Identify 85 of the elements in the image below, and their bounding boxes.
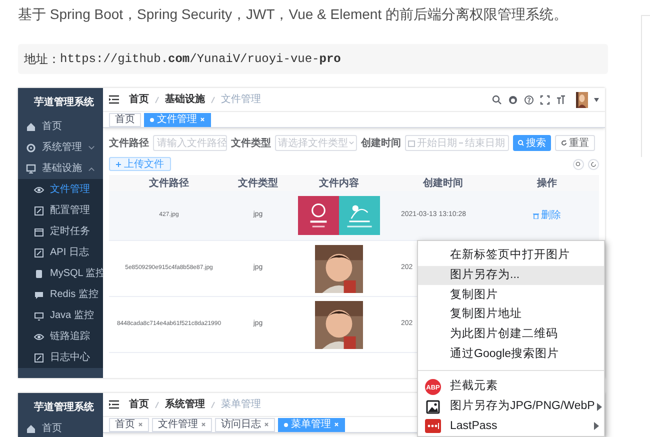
close-icon[interactable] bbox=[138, 422, 143, 427]
column-header: 文件内容 bbox=[319, 176, 359, 190]
tag[interactable]: 文件管理 bbox=[152, 418, 212, 432]
trash-icon bbox=[533, 212, 539, 218]
edit-icon bbox=[34, 206, 44, 216]
menu-item[interactable]: 图片另存为... bbox=[418, 266, 604, 286]
field-label: 创建时间 bbox=[361, 136, 401, 150]
menu-icon[interactable] bbox=[109, 400, 119, 409]
menu-item[interactable]: LastPass bbox=[418, 416, 604, 436]
menu-item[interactable]: 复制图片地址 bbox=[418, 305, 604, 325]
dots-icon bbox=[425, 419, 441, 434]
home-icon bbox=[26, 122, 36, 132]
intro-text: 基于 Spring Boot，Spring Security，JWT，Vue & Element 的前后端分离权限管理系统。 bbox=[18, 5, 568, 24]
field-label: 文件类型 bbox=[231, 136, 271, 150]
eye-icon bbox=[34, 332, 44, 342]
font-size-icon[interactable] bbox=[556, 94, 566, 104]
chevron-down-icon bbox=[88, 144, 95, 150]
edit-icon bbox=[34, 352, 44, 362]
search-icon bbox=[518, 140, 524, 146]
breadcrumb-item[interactable]: 首页 bbox=[129, 92, 149, 107]
home-icon bbox=[26, 424, 36, 434]
separator-icon bbox=[210, 96, 216, 104]
menu-item[interactable]: 复制图片 bbox=[418, 285, 604, 306]
submenu-arrow-icon bbox=[594, 422, 599, 430]
column-header: 操作 bbox=[537, 176, 557, 190]
app-title: 芋道管理系统 bbox=[34, 400, 94, 414]
calendar-icon bbox=[408, 140, 415, 146]
chat-icon bbox=[34, 290, 44, 300]
breadcrumb-item[interactable]: 系统管理 bbox=[165, 397, 205, 412]
sidebar-item[interactable]: 链路追踪 bbox=[18, 326, 103, 347]
plus-icon bbox=[116, 162, 121, 166]
column-header: 创建时间 bbox=[423, 176, 463, 190]
sidebar-item[interactable]: 定时任务 bbox=[18, 221, 103, 242]
tag[interactable]: 首页 bbox=[109, 418, 149, 432]
chevron-up-icon bbox=[88, 166, 95, 172]
tag[interactable]: 首页 bbox=[109, 112, 141, 126]
image-icon bbox=[426, 400, 440, 414]
calendar-icon bbox=[34, 226, 44, 236]
breadcrumb-item[interactable]: 首页 bbox=[129, 397, 149, 412]
sidebar-item[interactable]: 首页 bbox=[18, 116, 103, 137]
eye-icon bbox=[34, 184, 44, 194]
sidebar-item[interactable]: 文件管理 bbox=[18, 179, 103, 200]
submenu-arrow-icon bbox=[596, 402, 602, 411]
breadcrumb-item: 文件管理 bbox=[221, 92, 261, 107]
sidebar-item[interactable]: Redis 监控 bbox=[18, 284, 103, 305]
field-label: 文件路径 bbox=[109, 136, 149, 150]
close-icon[interactable] bbox=[264, 422, 269, 427]
sidebar-item[interactable]: API 日志 bbox=[18, 242, 103, 263]
monitor-icon bbox=[26, 164, 36, 174]
app-title: 芋道管理系统 bbox=[34, 96, 94, 110]
dash-icon bbox=[459, 142, 463, 144]
edit-icon bbox=[34, 248, 44, 258]
close-icon[interactable] bbox=[201, 422, 206, 427]
column-header: 文件路径 bbox=[149, 176, 189, 190]
separator-icon bbox=[154, 96, 160, 104]
breadcrumb-item[interactable]: 基础设施 bbox=[165, 92, 205, 107]
menu-item[interactable]: 为此图片创建二维码 bbox=[418, 324, 604, 344]
tag[interactable]: 访问日志 bbox=[215, 418, 275, 432]
fullscreen-icon[interactable] bbox=[540, 94, 550, 104]
column-header: 文件类型 bbox=[238, 176, 278, 190]
sidebar-item[interactable]: Java 监控 bbox=[18, 305, 103, 326]
refresh-icon[interactable] bbox=[588, 158, 599, 170]
reset-button[interactable]: 重置 bbox=[555, 135, 595, 151]
help-icon[interactable] bbox=[524, 94, 534, 104]
chevron-down-icon bbox=[349, 141, 354, 145]
sidebar-item[interactable]: 配置管理 bbox=[18, 200, 103, 221]
search-icon[interactable] bbox=[492, 94, 502, 104]
search-icon[interactable] bbox=[573, 158, 584, 170]
menu-item[interactable]: 通过Google搜索图片 bbox=[418, 344, 604, 364]
menu-icon[interactable] bbox=[109, 95, 119, 104]
separator-icon bbox=[154, 400, 160, 408]
sidebar-item[interactable]: 首页 bbox=[18, 421, 103, 437]
gear-icon bbox=[26, 142, 36, 152]
sidebar-item[interactable]: 基础设施 bbox=[18, 158, 103, 179]
address-label: 地址： bbox=[24, 51, 60, 68]
screen-icon bbox=[34, 310, 44, 320]
menu-item[interactable]: 在新标签页中打开图片 bbox=[418, 246, 604, 266]
menu-item[interactable]: 图片另存为JPG/PNG/WebP bbox=[418, 396, 604, 416]
sidebar-item[interactable]: 系统管理 bbox=[18, 137, 103, 158]
sidebar-item[interactable]: 日志中心 bbox=[18, 347, 103, 368]
separator-icon bbox=[210, 400, 216, 408]
breadcrumb-item: 菜单管理 bbox=[221, 398, 261, 412]
refresh-icon bbox=[561, 140, 567, 146]
address-link[interactable]: https://github.com/YunaiV/ruoyi-vue-pro bbox=[60, 50, 341, 68]
caret-icon[interactable] bbox=[594, 98, 599, 102]
